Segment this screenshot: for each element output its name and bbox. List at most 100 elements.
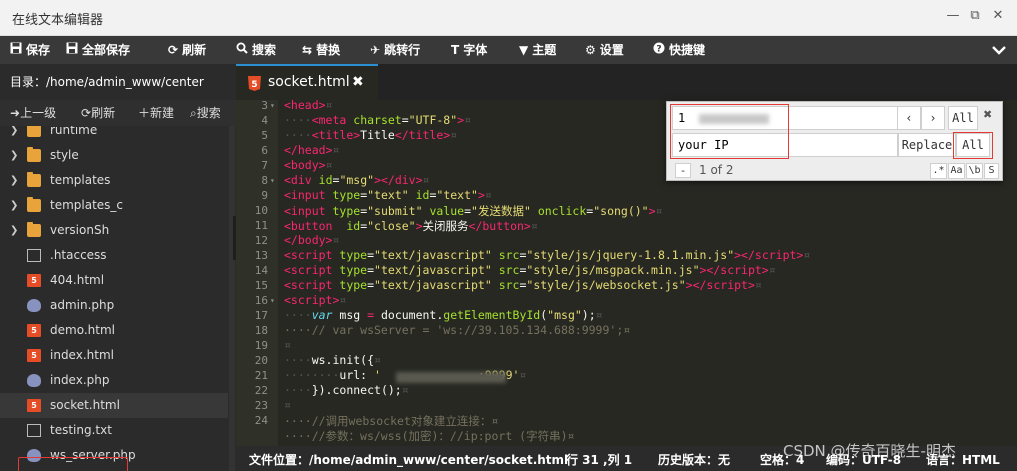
save-all-icon: [66, 36, 78, 64]
line-number: 3: [261, 100, 268, 112]
file-tree-item[interactable]: .htaccess: [0, 243, 228, 268]
code-line: ····//参数：ws/wss(加密)：//ip:port (字符串)¤: [284, 429, 575, 443]
file-tree-item[interactable]: ❯ runtime: [0, 126, 228, 143]
font-button[interactable]: T 字体: [451, 36, 487, 64]
case-sensitive-toggle[interactable]: Aa: [948, 163, 965, 179]
regex-toggle[interactable]: .*: [930, 163, 947, 179]
up-level-button[interactable]: ➜上一级: [10, 100, 56, 126]
fold-toggle-icon[interactable]: ▾: [270, 176, 275, 185]
window-titlebar: 在线文本编辑器 — ⧉ ✕: [0, 0, 1017, 36]
fold-toggle-icon[interactable]: ▾: [270, 296, 275, 305]
match-count: 1 of 2: [699, 163, 734, 177]
file-tree-item[interactable]: admin.php: [0, 293, 228, 318]
goto-line-label: 跳转行: [384, 43, 421, 57]
find-all-button[interactable]: All: [948, 106, 978, 130]
sidebar-scrollbar[interactable]: [229, 126, 235, 471]
search-button[interactable]: 搜索: [236, 36, 276, 64]
gear-icon: ⚙: [585, 43, 596, 57]
file-tree-item[interactable]: ❯ templates_c: [0, 193, 228, 218]
file-icon: [27, 424, 41, 437]
file-name: index.html: [50, 348, 114, 362]
file-tree-item[interactable]: 5 demo.html: [0, 318, 228, 343]
folder-icon: [27, 126, 41, 137]
code-line: <input type="submit" value="发送数据" onclic…: [284, 204, 663, 218]
tab-socket-html[interactable]: 5 socket.html ✖: [236, 64, 378, 100]
font-icon: T: [451, 43, 460, 57]
minimize-button[interactable]: —: [944, 8, 962, 23]
line-number: 15: [254, 279, 268, 292]
chevron-down-icon[interactable]: [991, 42, 1007, 58]
file-tree-item[interactable]: ❯ templates: [0, 168, 228, 193]
replace-all-highlight: [953, 132, 993, 159]
save-all-button[interactable]: 全部保存: [66, 36, 130, 64]
refresh-icon: ⟳: [81, 106, 92, 120]
chevron-right-icon[interactable]: ❯: [10, 193, 18, 218]
theme-button[interactable]: ▼ 主题: [519, 36, 556, 64]
file-location: 文件位置：/home/admin_www/center/socket.html: [249, 453, 569, 467]
file-tree-item[interactable]: 5 index.html: [0, 343, 228, 368]
new-button[interactable]: ＋新建: [138, 100, 174, 126]
svg-text:5: 5: [251, 80, 257, 90]
help-icon: ?: [653, 36, 665, 64]
file-tree-item[interactable]: testing.txt: [0, 418, 228, 443]
folder-icon: [27, 197, 41, 212]
file-name: demo.html: [50, 323, 115, 337]
file-tree-item[interactable]: ❯ versionSh: [0, 218, 228, 243]
find-prev-button[interactable]: ‹: [897, 106, 921, 130]
refresh-button[interactable]: ⟳ 刷新: [168, 36, 206, 64]
close-window-button[interactable]: ✕: [989, 8, 1007, 23]
save-label: 保存: [26, 43, 51, 57]
file-name: versionSh: [50, 223, 110, 237]
collapse-replace-button[interactable]: -: [675, 163, 691, 178]
tab-label: socket.html: [268, 74, 350, 90]
chevron-right-icon[interactable]: ❯: [10, 218, 18, 243]
find-next-button[interactable]: ›: [921, 106, 945, 130]
close-find-icon[interactable]: ✖: [983, 108, 992, 121]
shortcuts-button[interactable]: ? 快捷键: [653, 36, 705, 64]
code-line: <div id="msg"></div>¤: [284, 173, 430, 187]
sidebar-actions: ➜上一级 ⟳刷新 ＋新建 ⌕搜索: [0, 100, 236, 126]
find-replace-panel: 1 ‹ › All ✖ your IP Replace All - 1 of 2…: [666, 101, 1003, 181]
arrow-right-icon: ➜: [10, 106, 21, 120]
file-tree-item[interactable]: 5 socket.html: [0, 393, 228, 418]
goto-line-button[interactable]: ✈ 跳转行: [370, 36, 420, 64]
settings-label: 设置: [599, 43, 624, 57]
chevron-right-icon[interactable]: ❯: [10, 143, 18, 168]
code-line: ¤: [284, 338, 291, 352]
file-tree-item[interactable]: ❯ style: [0, 143, 228, 168]
line-number: 8: [261, 174, 268, 187]
file-tree-item[interactable]: 5 404.html: [0, 268, 228, 293]
line-number: 24: [254, 414, 268, 427]
chevron-right-icon[interactable]: ❯: [10, 126, 18, 143]
plus-icon: ＋: [138, 106, 151, 120]
replace-one-button[interactable]: Replace: [898, 133, 956, 157]
file-name: style: [50, 148, 79, 162]
sidebar-search-button[interactable]: ⌕搜索: [190, 100, 221, 126]
chevron-right-icon[interactable]: ❯: [10, 168, 18, 193]
line-number: 23: [254, 399, 268, 412]
sidebar-refresh-label: 刷新: [91, 106, 116, 120]
folder-icon: [27, 172, 41, 187]
php-icon: [27, 299, 41, 312]
directory-path: 目录：/home/admin_www/center: [0, 64, 236, 100]
fold-toggle-icon[interactable]: ▾: [270, 101, 275, 110]
close-tab-icon[interactable]: ✖: [352, 74, 364, 90]
code-line: </head>¤: [284, 143, 340, 157]
html5-icon: 5: [27, 324, 41, 337]
sidebar-refresh-button[interactable]: ⟳刷新: [81, 100, 115, 126]
settings-button[interactable]: ⚙ 设置: [585, 36, 624, 64]
save-button[interactable]: 保存: [10, 36, 50, 64]
new-label: 新建: [150, 106, 175, 120]
redacted-ip: [396, 372, 506, 383]
file-name: testing.txt: [50, 423, 112, 437]
whole-word-toggle[interactable]: \b: [966, 163, 983, 179]
replace-button[interactable]: ⇆ 替换: [302, 36, 340, 64]
file-name: socket.html: [50, 398, 120, 412]
code-line: <script>¤: [284, 293, 347, 307]
replace-label: 替换: [316, 43, 341, 57]
maximize-button[interactable]: ⧉: [966, 8, 984, 23]
file-tree-item[interactable]: index.php: [0, 368, 228, 393]
history-version[interactable]: 历史版本：无: [658, 451, 730, 468]
theme-label: 主题: [532, 43, 557, 57]
in-selection-toggle[interactable]: S: [984, 163, 999, 179]
